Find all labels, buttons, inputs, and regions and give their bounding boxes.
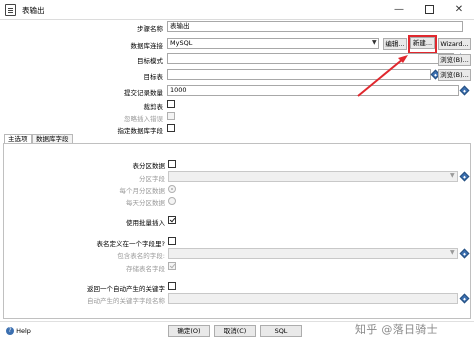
annotation-arrow	[357, 55, 408, 97]
